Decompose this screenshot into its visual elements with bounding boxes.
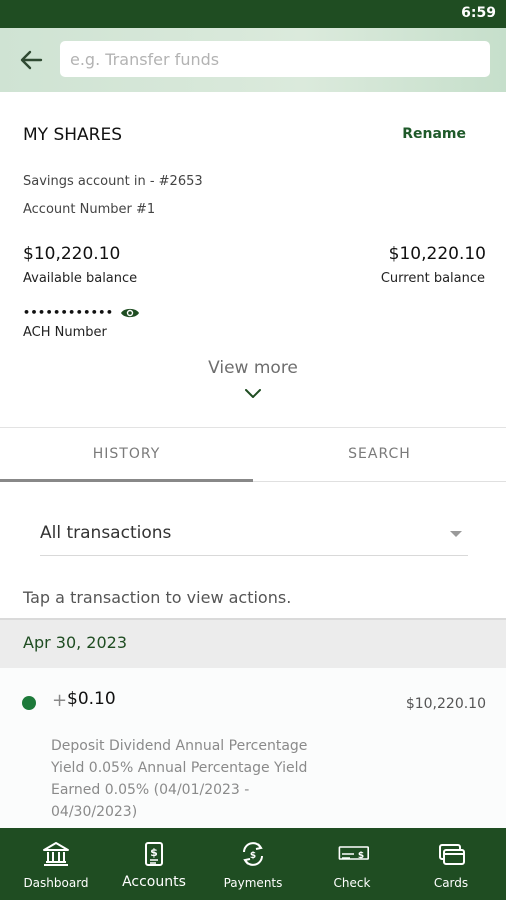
status-time: 6:59 — [461, 5, 496, 21]
status-dot-icon — [22, 696, 36, 710]
rename-button[interactable]: Rename — [402, 126, 466, 142]
bottom-navigation: Dashboard $ Accounts $ Payments $ Check — [0, 828, 506, 900]
check-icon: $ — [338, 846, 370, 861]
svg-text:$: $ — [250, 851, 256, 861]
ach-number-label: ACH Number — [23, 325, 107, 340]
account-name: MY SHARES — [23, 125, 123, 145]
document-dollar-icon: $ — [145, 842, 163, 866]
nav-label: Dashboard — [23, 876, 89, 890]
nav-accounts[interactable]: $ Accounts — [104, 828, 204, 900]
nav-label: Accounts — [122, 874, 186, 890]
dropdown-caret-icon — [450, 531, 462, 537]
ach-number-masked: •••••••••••• — [23, 306, 114, 319]
account-type-line: Savings account in - #2653 — [23, 174, 203, 189]
transaction-hint: Tap a transaction to view actions. — [23, 588, 292, 607]
tab-bar: HISTORY SEARCH — [0, 428, 506, 482]
svg-text:$: $ — [358, 851, 364, 861]
nav-payments[interactable]: $ Payments — [203, 828, 303, 900]
tab-search[interactable]: SEARCH — [253, 428, 506, 482]
cards-icon — [439, 844, 465, 865]
status-bar: 6:59 — [0, 0, 506, 28]
transaction-filter-select[interactable]: All transactions — [40, 514, 468, 556]
eye-icon[interactable] — [120, 306, 140, 320]
account-number-line: Account Number #1 — [23, 202, 156, 217]
transaction-sign: + — [52, 690, 68, 711]
nav-cards[interactable]: Cards — [401, 828, 501, 900]
bank-icon — [43, 842, 69, 866]
account-card: MY SHARES Rename Savings account in - #2… — [0, 92, 506, 428]
date-header: Apr 30, 2023 — [0, 618, 506, 668]
available-balance: $10,220.10 — [23, 244, 121, 264]
nav-check[interactable]: $ Check — [302, 828, 402, 900]
svg-text:$: $ — [150, 846, 158, 859]
filter-selected-value: All transactions — [40, 523, 172, 543]
transaction-description: Deposit Dividend Annual Percentage Yield… — [51, 738, 308, 820]
transaction-row[interactable]: + $0.10 $10,220.10 Deposit Dividend Annu… — [0, 668, 506, 828]
tab-history[interactable]: HISTORY — [0, 428, 253, 482]
transaction-running-balance: $10,220.10 — [405, 696, 486, 712]
current-balance: $10,220.10 — [388, 244, 486, 264]
current-balance-label: Current balance — [380, 271, 485, 286]
nav-dashboard[interactable]: Dashboard — [6, 828, 106, 900]
chevron-down-icon[interactable] — [245, 389, 261, 399]
payment-cycle-icon: $ — [243, 842, 263, 866]
nav-label: Check — [333, 876, 371, 890]
date-header-text: Apr 30, 2023 — [23, 633, 128, 652]
back-arrow-icon[interactable] — [16, 46, 46, 74]
nav-label: Payments — [223, 876, 283, 890]
search-header — [0, 28, 506, 92]
transaction-amount: $0.10 — [67, 689, 116, 709]
search-input[interactable] — [60, 41, 490, 77]
nav-label: Cards — [433, 876, 469, 890]
view-more-button[interactable]: View more — [0, 358, 506, 378]
available-balance-label: Available balance — [23, 271, 138, 286]
